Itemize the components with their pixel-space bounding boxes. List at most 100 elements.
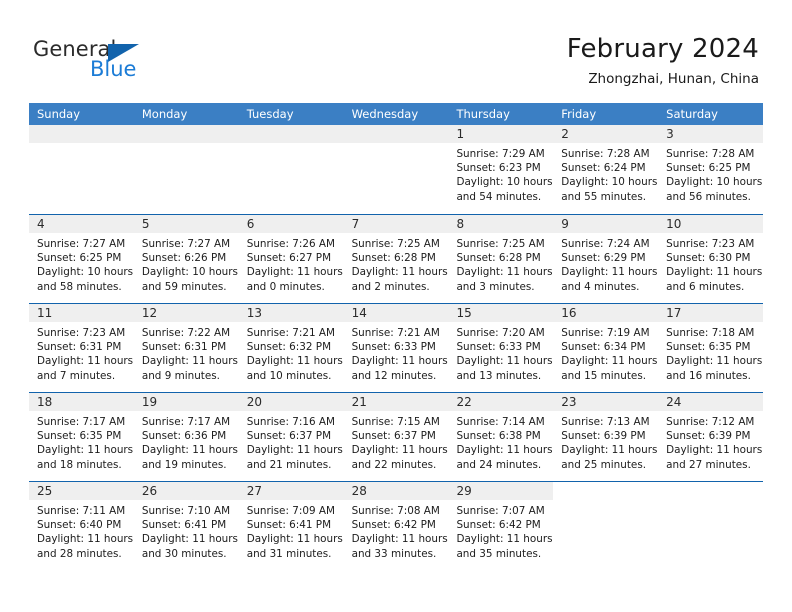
sunrise-text: Sunrise: 7:17 AM — [37, 416, 126, 428]
day-cell-12[interactable]: 12 Sunrise: 7:22 AM Sunset: 6:31 PM Dayligh… — [133, 304, 239, 392]
day-cell-5[interactable]: 5 Sunrise: 7:27 AM Sunset: 6:26 PM Daylight… — [133, 215, 239, 303]
daylight-text-line2: and 10 minutes. — [246, 369, 332, 382]
day-number-band: 26 — [133, 482, 239, 500]
day-cell-15[interactable]: 15 Sunrise: 7:20 AM Sunset: 6:33 PM Dayligh… — [448, 304, 554, 392]
day-cell-28[interactable]: 28 Sunrise: 7:08 AM Sunset: 6:42 PM Dayligh… — [343, 482, 449, 570]
daylight-text-line1: Daylight: 11 hours — [666, 266, 763, 279]
day-cell-25[interactable]: 25 Sunrise: 7:11 AM Sunset: 6:40 PM Dayligh… — [29, 482, 134, 570]
sunrise-text: Sunrise: 7:27 AM — [141, 238, 231, 250]
day-number-band: 9 — [553, 215, 659, 233]
sunset-text: Sunset: 6:32 PM — [246, 341, 332, 354]
day-cell-8[interactable]: 8 Sunrise: 7:25 AM Sunset: 6:28 PM Daylight… — [448, 215, 554, 303]
day-number-band: 28 — [343, 482, 449, 500]
day-number: 3 — [666, 127, 674, 141]
day-cell-18[interactable]: 18 Sunrise: 7:17 AM Sunset: 6:35 PM Dayligh… — [29, 393, 134, 481]
day-cell-11[interactable]: 11 Sunrise: 7:23 AM Sunset: 6:31 PM Dayligh… — [29, 304, 134, 392]
day-of-week-header-sunday: Sunday — [37, 107, 81, 121]
day-of-week-header-monday: Monday — [141, 107, 188, 121]
sunset-text: Sunset: 6:26 PM — [141, 252, 227, 265]
sunset-text: Sunset: 6:35 PM — [37, 430, 122, 443]
day-cell-3[interactable]: 3 Sunrise: 7:28 AM Sunset: 6:25 PM Daylight… — [658, 125, 764, 214]
day-cell-7[interactable]: 7 Sunrise: 7:25 AM Sunset: 6:28 PM Daylight… — [343, 215, 449, 303]
day-cell-2[interactable]: 2 Sunrise: 7:28 AM Sunset: 6:24 PM Daylight… — [553, 125, 659, 214]
day-sun-info: Sunrise: 7:12 AM Sunset: 6:39 PM Daylight:… — [658, 411, 763, 472]
day-cell-20[interactable]: 20 Sunrise: 7:16 AM Sunset: 6:37 PM Dayligh… — [238, 393, 344, 481]
day-cell-21[interactable]: 21 Sunrise: 7:15 AM Sunset: 6:37 PM Dayligh… — [343, 393, 449, 481]
brand-logo[interactable]: General Blue — [33, 37, 233, 85]
day-number-band: 14 — [343, 304, 449, 322]
day-sun-info: Sunrise: 7:14 AM Sunset: 6:38 PM Daylight:… — [448, 411, 553, 472]
calendar-week-row: 25 Sunrise: 7:11 AM Sunset: 6:40 PM Dayligh… — [29, 481, 763, 570]
daylight-text-line1: Daylight: 11 hours — [246, 355, 343, 368]
day-cell-19[interactable]: 19 Sunrise: 7:17 AM Sunset: 6:36 PM Dayligh… — [133, 393, 239, 481]
daylight-text-line2: and 12 minutes. — [351, 369, 437, 382]
day-cell-23[interactable]: 23 Sunrise: 7:13 AM Sunset: 6:39 PM Dayligh… — [553, 393, 659, 481]
daylight-text-line2: and 59 minutes. — [141, 280, 227, 293]
day-number: 23 — [561, 395, 577, 409]
day-sun-info: Sunrise: 7:15 AM Sunset: 6:37 PM Daylight:… — [344, 411, 449, 472]
day-number-band — [658, 482, 763, 500]
day-sun-info: Sunrise: 7:19 AM Sunset: 6:34 PM Daylight:… — [553, 322, 658, 383]
sunset-text: Sunset: 6:31 PM — [141, 341, 227, 354]
daylight-text-line1: Daylight: 11 hours — [351, 444, 448, 457]
day-number: 25 — [37, 484, 53, 498]
day-number-band: 8 — [448, 215, 554, 233]
sunrise-text: Sunrise: 7:25 AM — [351, 238, 440, 250]
day-cell-13[interactable]: 13 Sunrise: 7:21 AM Sunset: 6:32 PM Dayligh… — [238, 304, 344, 392]
day-number-band: 17 — [658, 304, 764, 322]
daylight-text-line1: Daylight: 11 hours — [456, 355, 553, 368]
daylight-text-line1: Daylight: 11 hours — [37, 355, 134, 368]
daylight-text-line1: Daylight: 11 hours — [561, 266, 658, 279]
day-cell-4[interactable]: 4 Sunrise: 7:27 AM Sunset: 6:25 PM Daylight… — [29, 215, 134, 303]
calendar-week-row: 4 Sunrise: 7:27 AM Sunset: 6:25 PM Daylight… — [29, 214, 764, 303]
sunset-text: Sunset: 6:39 PM — [561, 430, 646, 443]
day-number-band: 19 — [133, 393, 239, 411]
brand-name-secondary: Blue — [90, 57, 137, 81]
calendar-week-row: 18 Sunrise: 7:17 AM Sunset: 6:35 PM Dayligh… — [29, 392, 764, 481]
day-cell-24[interactable]: 24 Sunrise: 7:12 AM Sunset: 6:39 PM Dayligh… — [658, 393, 764, 481]
day-number-band: 22 — [448, 393, 554, 411]
day-cell-9[interactable]: 9 Sunrise: 7:24 AM Sunset: 6:29 PM Daylight… — [553, 215, 659, 303]
day-number-band — [133, 125, 239, 143]
daylight-text-line1: Daylight: 11 hours — [246, 444, 343, 457]
day-sun-info: Sunrise: 7:24 AM Sunset: 6:29 PM Daylight:… — [553, 233, 658, 294]
day-sun-info: Sunrise: 7:28 AM Sunset: 6:24 PM Daylight:… — [553, 143, 658, 204]
day-sun-info: Sunrise: 7:23 AM Sunset: 6:31 PM Daylight:… — [29, 322, 134, 383]
sunset-text: Sunset: 6:25 PM — [37, 252, 122, 265]
daylight-text-line1: Daylight: 11 hours — [456, 444, 553, 457]
day-number: 28 — [351, 484, 367, 498]
calendar-week-row: 11 Sunrise: 7:23 AM Sunset: 6:31 PM Dayligh… — [29, 303, 764, 392]
day-cell-16[interactable]: 16 Sunrise: 7:19 AM Sunset: 6:34 PM Dayligh… — [553, 304, 659, 392]
page-header: General Blue February 2024 Zhongzhai, Hu… — [0, 0, 792, 100]
day-cell-6[interactable]: 6 Sunrise: 7:26 AM Sunset: 6:27 PM Daylight… — [238, 215, 344, 303]
day-sun-info: Sunrise: 7:22 AM Sunset: 6:31 PM Daylight:… — [134, 322, 239, 383]
daylight-text-line2: and 22 minutes. — [351, 458, 437, 471]
day-sun-info: Sunrise: 7:08 AM Sunset: 6:42 PM Daylight:… — [344, 500, 449, 561]
sunset-text: Sunset: 6:36 PM — [141, 430, 227, 443]
day-sun-info: Sunrise: 7:17 AM Sunset: 6:36 PM Daylight:… — [134, 411, 239, 472]
sunrise-text: Sunrise: 7:08 AM — [351, 505, 440, 517]
sunset-text: Sunset: 6:34 PM — [561, 341, 646, 354]
daylight-text-line1: Daylight: 10 hours — [37, 266, 134, 279]
day-cell-27[interactable]: 27 Sunrise: 7:09 AM Sunset: 6:41 PM Dayligh… — [238, 482, 344, 570]
day-number: 7 — [351, 217, 360, 231]
day-cell-17[interactable]: 17 Sunrise: 7:18 AM Sunset: 6:35 PM Dayligh… — [658, 304, 764, 392]
day-sun-info: Sunrise: 7:16 AM Sunset: 6:37 PM Daylight:… — [239, 411, 344, 472]
page-title: February 2024 — [566, 34, 759, 64]
day-cell-10[interactable]: 10 Sunrise: 7:23 AM Sunset: 6:30 PM Dayligh… — [658, 215, 764, 303]
daylight-text-line2: and 58 minutes. — [37, 280, 122, 293]
day-cell-1[interactable]: 1 Sunrise: 7:29 AM Sunset: 6:23 PM Daylight… — [448, 125, 554, 214]
sunset-text: Sunset: 6:35 PM — [666, 341, 751, 354]
daylight-text-line2: and 31 minutes. — [246, 547, 332, 560]
day-number: 8 — [456, 217, 465, 231]
day-number-band: 3 — [658, 125, 764, 143]
day-number-band: 20 — [238, 393, 344, 411]
sunrise-text: Sunrise: 7:26 AM — [246, 238, 335, 250]
day-sun-info: Sunrise: 7:23 AM Sunset: 6:30 PM Daylight:… — [658, 233, 763, 294]
day-sun-info: Sunrise: 7:07 AM Sunset: 6:42 PM Daylight:… — [448, 500, 553, 561]
day-cell-26[interactable]: 26 Sunrise: 7:10 AM Sunset: 6:41 PM Dayligh… — [133, 482, 239, 570]
sunset-text: Sunset: 6:23 PM — [456, 162, 541, 175]
day-cell-14[interactable]: 14 Sunrise: 7:21 AM Sunset: 6:33 PM Dayligh… — [343, 304, 449, 392]
day-cell-22[interactable]: 22 Sunrise: 7:14 AM Sunset: 6:38 PM Dayligh… — [448, 393, 554, 481]
day-cell-29[interactable]: 29 Sunrise: 7:07 AM Sunset: 6:42 PM Dayligh… — [448, 482, 554, 570]
